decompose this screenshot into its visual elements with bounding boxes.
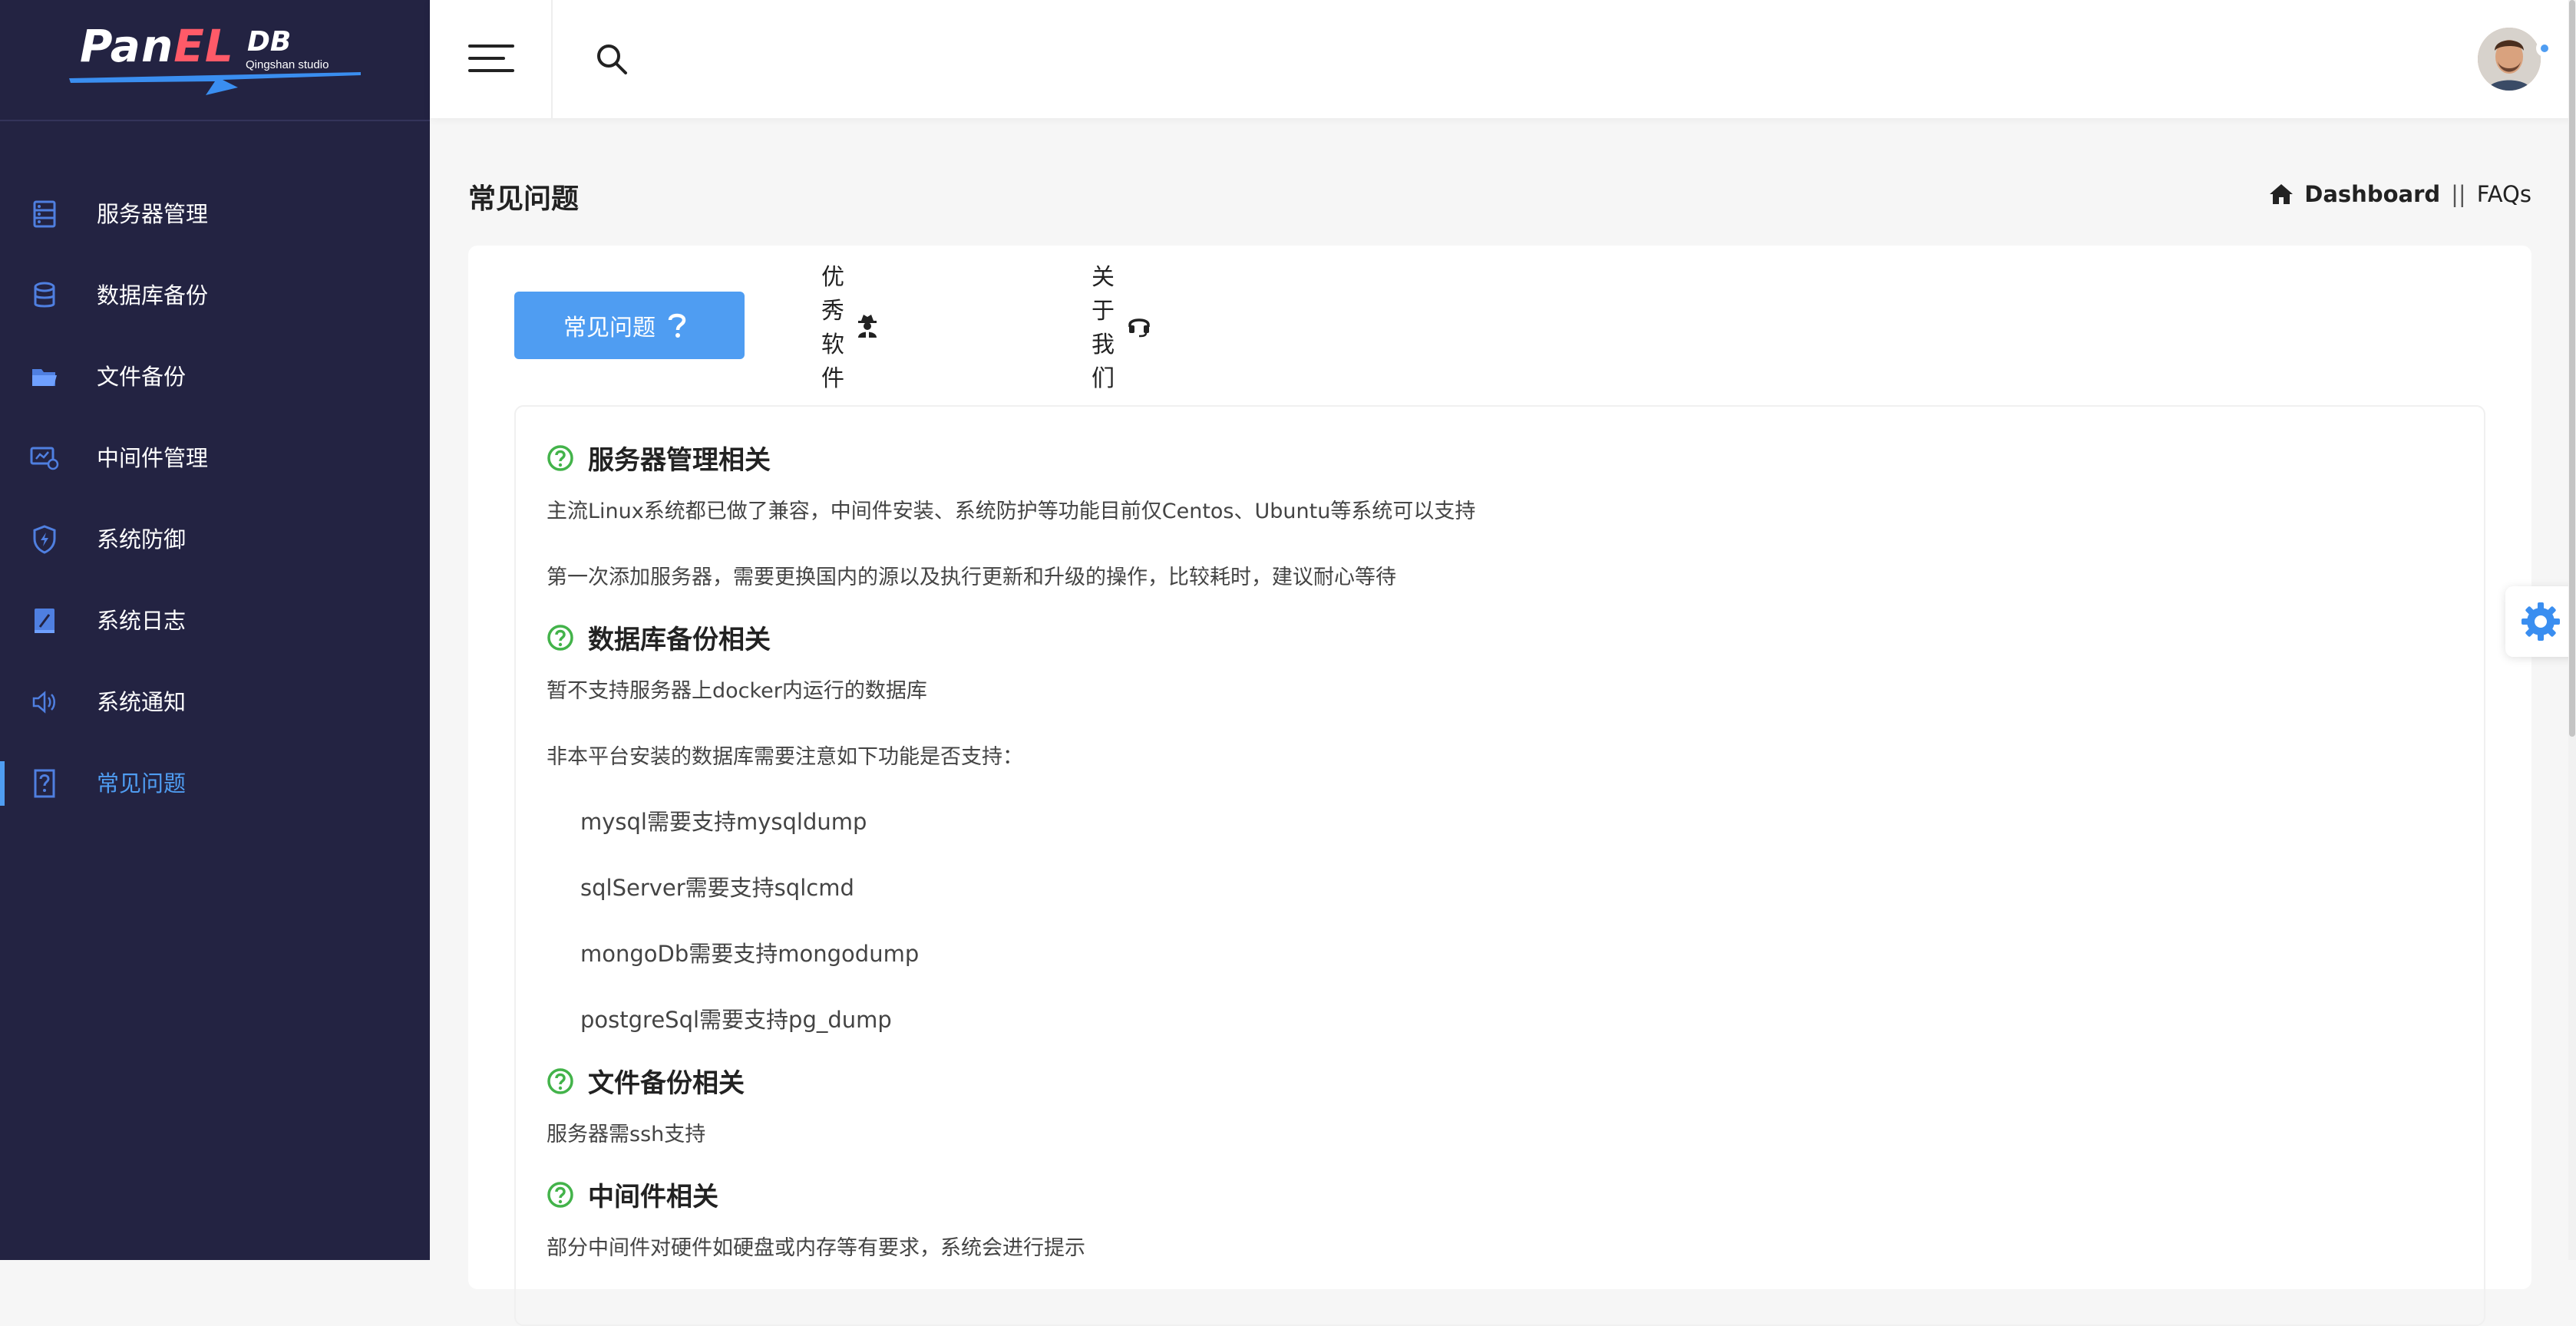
gear-icon: [2522, 602, 2560, 641]
sidebar: PanEL DB Qingshan studio 服务器管理 数据库备份 文件备…: [0, 0, 430, 1260]
faq-list-item: postgreSql需要支持pg_dump: [580, 1007, 892, 1033]
faq-section-label: 数据库备份相关: [588, 625, 771, 655]
faq-section-label: 中间件相关: [588, 1182, 718, 1212]
sidebar-item-log[interactable]: 系统日志: [0, 580, 430, 661]
breadcrumb-home[interactable]: Dashboard: [2304, 181, 2440, 207]
sidebar-item-label: 中间件管理: [97, 445, 209, 471]
sidebar-item-label: 系统防御: [97, 526, 187, 552]
speaker-icon: [29, 687, 60, 717]
breadcrumb-separator: ||: [2451, 181, 2466, 207]
sidebar-item-middleware[interactable]: 中间件管理: [0, 417, 430, 499]
breadcrumb-current: FAQs: [2476, 181, 2531, 207]
sidebar-item-label: 数据库备份: [97, 282, 209, 308]
middleware-icon: [29, 443, 60, 473]
log-icon: [29, 605, 60, 636]
faq-answer: 非本平台安装的数据库需要注意如下功能是否支持：: [547, 745, 1023, 769]
faq-card: 常见问题 优秀软件 关于我们 服务器管理相关 主流Linux系统都已做了兼容，中…: [468, 246, 2531, 1326]
question-circle-icon: [547, 444, 573, 471]
question-circle-icon: [547, 624, 573, 651]
logo-swoosh-icon: [69, 72, 361, 95]
faq-section-label: 文件备份相关: [588, 1068, 745, 1099]
faq-section-title: 文件备份相关: [547, 1062, 745, 1100]
sidebar-item-faq[interactable]: 常见问题: [0, 743, 430, 824]
tab-label: 优秀软件: [821, 264, 844, 392]
shield-icon: [29, 524, 60, 555]
logo-db: DB: [247, 26, 292, 58]
page-scrollbar[interactable]: [2568, 0, 2576, 1260]
faq-answer: 部分中间件对硬件如硬盘或内存等有要求，系统会进行提示: [547, 1236, 1085, 1260]
faq-list-item: sqlServer需要支持sqlcmd: [580, 875, 854, 901]
faq-icon: [29, 768, 60, 799]
tab-faq[interactable]: 常见问题: [514, 292, 745, 359]
sidebar-item-label: 常见问题: [97, 770, 187, 797]
sidebar-item-database[interactable]: 数据库备份: [0, 255, 430, 336]
sidebar-item-label: 文件备份: [97, 364, 187, 390]
sidebar-item-notify[interactable]: 系统通知: [0, 661, 430, 743]
sidebar-nav: 服务器管理 数据库备份 文件备份 中间件管理 系统防御 系统日志 系统通知 常见…: [0, 173, 430, 824]
sidebar-item-file-backup[interactable]: 文件备份: [0, 336, 430, 417]
faq-list-item: mysql需要支持mysqldump: [580, 809, 867, 835]
faq-content: 服务器管理相关 主流Linux系统都已做了兼容，中间件安装、系统防护等功能目前仅…: [514, 405, 2485, 1326]
question-circle-icon: [547, 1181, 573, 1208]
tab-label: 关于我们: [1091, 264, 1115, 392]
question-icon: [668, 312, 686, 338]
search-icon[interactable]: [594, 41, 629, 77]
status-badge: [2536, 40, 2553, 57]
folder-icon: [29, 361, 60, 392]
logo[interactable]: PanEL DB Qingshan studio: [0, 0, 430, 121]
faq-section-title: 中间件相关: [547, 1176, 718, 1213]
scrollbar-thumb[interactable]: [2569, 0, 2575, 737]
faq-answer: 第一次添加服务器，需要更换国内的源以及执行更新和升级的操作，比较耗时，建议耐心等…: [547, 566, 1396, 589]
user-secret-icon: [857, 313, 878, 338]
faq-section-title: 数据库备份相关: [547, 618, 771, 656]
database-icon: [29, 280, 60, 311]
settings-button[interactable]: [2505, 586, 2576, 657]
tab-software[interactable]: 优秀软件: [821, 264, 878, 392]
faq-list-item: mongoDb需要支持mongodump: [580, 941, 920, 967]
menu-toggle-icon[interactable]: [430, 0, 553, 118]
faq-answer: 服务器需ssh支持: [547, 1123, 706, 1146]
top-header: [430, 0, 2576, 118]
home-icon[interactable]: [2269, 183, 2294, 206]
faq-answer: 主流Linux系统都已做了兼容，中间件安装、系统防护等功能目前仅Centos、U…: [547, 500, 1476, 523]
page-title: 常见问题: [468, 183, 580, 215]
sidebar-item-label: 系统通知: [97, 689, 187, 715]
tab-label: 常见问题: [563, 315, 656, 341]
faq-answer: 暂不支持服务器上docker内运行的数据库: [547, 679, 927, 703]
faq-section-label: 服务器管理相关: [588, 445, 771, 476]
sidebar-item-label: 系统日志: [97, 608, 187, 634]
breadcrumb: Dashboard || FAQs: [2269, 181, 2531, 207]
sidebar-item-server[interactable]: 服务器管理: [0, 173, 430, 255]
server-icon: [29, 199, 60, 229]
question-circle-icon: [547, 1067, 573, 1094]
tab-about[interactable]: 关于我们: [1091, 264, 1151, 392]
avatar[interactable]: [2478, 28, 2541, 91]
faq-section-title: 服务器管理相关: [547, 439, 771, 477]
sidebar-item-defense[interactable]: 系统防御: [0, 499, 430, 580]
headset-icon: [1127, 313, 1151, 338]
sidebar-item-label: 服务器管理: [97, 201, 209, 227]
